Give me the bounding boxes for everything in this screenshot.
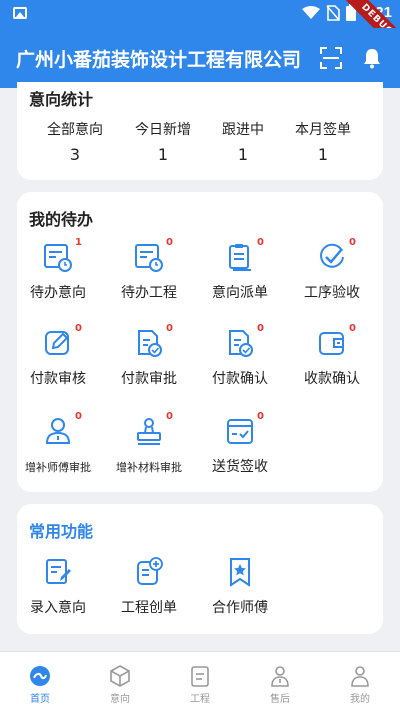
bookmark-star-icon — [224, 556, 256, 588]
app-bar: 广州小番茄装饰设计工程有限公司 — [0, 28, 400, 88]
todo-badge: 0 — [257, 411, 264, 422]
common-label: 合作师傅 — [212, 600, 268, 616]
stat-label: 本月签单 — [295, 122, 351, 138]
home-icon — [30, 666, 50, 686]
nav-intent[interactable]: 意向 — [80, 652, 160, 711]
no-sim-icon — [326, 4, 340, 21]
todo-badge: 0 — [166, 411, 173, 422]
clipboard-icon: 0 — [224, 237, 264, 273]
stat-value: 1 — [317, 145, 329, 164]
cube-icon — [110, 665, 130, 687]
todo-badge: 0 — [75, 411, 82, 422]
gallery-notification-icon — [13, 7, 27, 19]
stat-value: 1 — [237, 145, 249, 164]
nav-label: 我的 — [350, 694, 370, 705]
todo-label: 付款审核 — [30, 371, 86, 387]
common-title: 常用功能 — [29, 522, 94, 541]
profile-icon — [351, 666, 369, 687]
nav-label: 售后 — [270, 694, 290, 705]
wallet-icon: 0 — [316, 323, 356, 359]
nav-project[interactable]: 工程 — [160, 652, 240, 711]
todo-item-intent-dispatch[interactable]: 0 意向派单 — [195, 237, 285, 302]
stat-all-intents[interactable]: 全部意向 3 — [30, 119, 120, 164]
nav-aftersale[interactable]: 售后 — [240, 652, 320, 711]
todo-label: 待办工程 — [121, 285, 177, 301]
nav-mine[interactable]: 我的 — [320, 652, 400, 711]
todo-badge: 0 — [349, 323, 356, 334]
todo-badge: 0 — [257, 237, 264, 248]
todo-label: 送货签收 — [212, 459, 268, 475]
todo-badge: 0 — [257, 323, 264, 334]
todo-item-process-acceptance[interactable]: 0 工序验收 — [287, 237, 377, 302]
todo-item-receipt-confirm[interactable]: 0 收款确认 — [287, 323, 377, 388]
todo-item-payment-confirm[interactable]: 0 付款确认 — [195, 323, 285, 388]
stat-value: 3 — [69, 145, 81, 164]
nav-label: 意向 — [110, 694, 130, 705]
todo-label: 收款确认 — [304, 371, 360, 387]
stat-today-new[interactable]: 今日新增 1 — [118, 119, 208, 164]
common-label: 工程创单 — [121, 600, 177, 616]
todo-item-extra-material-approval[interactable]: 0 增补材料审批 — [104, 411, 194, 475]
todo-label: 增补材料审批 — [116, 461, 182, 474]
stamp-icon: 0 — [133, 411, 173, 447]
nav-home[interactable]: 首页 — [0, 652, 80, 711]
todo-badge: 1 — [75, 237, 82, 248]
page-title: 广州小番茄装饰设计工程有限公司 — [16, 49, 302, 71]
nav-label: 首页 — [30, 694, 50, 705]
todo-item-pending-intent[interactable]: 1 待办意向 — [13, 237, 103, 302]
todo-label: 意向派单 — [212, 285, 268, 301]
todo-badge: 0 — [166, 237, 173, 248]
calendar-list-icon: 0 — [133, 237, 173, 273]
bell-icon[interactable] — [362, 47, 382, 69]
todo-badge: 0 — [166, 323, 173, 334]
edit-icon: 0 — [42, 323, 82, 359]
common-item-enter-intent[interactable]: 录入意向 — [13, 556, 103, 617]
stats-card: 意向统计 全部意向 3 今日新增 1 跟进中 1 本月签单 1 — [17, 82, 383, 180]
delivery-check-icon: 0 — [224, 411, 264, 447]
todo-title: 我的待办 — [29, 210, 94, 229]
status-bar: 4:21 DEBUG — [0, 0, 400, 58]
stat-label: 今日新增 — [135, 122, 191, 138]
todo-label: 增补师傅审批 — [25, 461, 91, 474]
todo-label: 付款确认 — [212, 371, 268, 387]
common-functions-card: 常用功能 录入意向 工程创单 合作师傅 — [17, 504, 383, 634]
aftersale-icon — [271, 666, 289, 687]
bottom-nav: 首页 意向 工程 售后 我的 — [0, 651, 400, 711]
calendar-list-icon: 1 — [42, 237, 82, 273]
doc-add-icon — [133, 556, 165, 588]
stat-label: 跟进中 — [222, 122, 264, 138]
todo-label: 工序验收 — [304, 285, 360, 301]
todo-item-payment-approval[interactable]: 0 付款审批 — [104, 323, 194, 388]
todo-item-delivery-signoff[interactable]: 0 送货签收 — [195, 411, 285, 476]
scan-icon[interactable] — [319, 46, 343, 70]
stat-following[interactable]: 跟进中 1 — [198, 119, 288, 164]
common-item-partner-workers[interactable]: 合作师傅 — [195, 556, 285, 617]
stat-label: 全部意向 — [47, 122, 103, 138]
project-icon — [191, 666, 209, 687]
todo-item-extra-worker-approval[interactable]: 0 增补师傅审批 — [13, 411, 103, 475]
stat-value: 1 — [157, 145, 169, 164]
common-label: 录入意向 — [30, 600, 86, 616]
doc-check-icon: 0 — [224, 323, 264, 359]
common-item-create-project[interactable]: 工程创单 — [104, 556, 194, 617]
todo-label: 待办意向 — [30, 285, 86, 301]
todo-item-pending-project[interactable]: 0 待办工程 — [104, 237, 194, 302]
nav-label: 工程 — [190, 694, 210, 705]
todo-label: 付款审批 — [121, 371, 177, 387]
todo-item-payment-review[interactable]: 0 付款审核 — [13, 323, 103, 388]
todo-card: 我的待办 1 待办意向 0 待办工程 0 意向派单 0 工序验收 0 付款审核 … — [17, 192, 383, 492]
todo-badge: 0 — [75, 323, 82, 334]
stats-title: 意向统计 — [29, 90, 94, 109]
check-circle-icon: 0 — [316, 237, 356, 273]
todo-badge: 0 — [349, 237, 356, 248]
stat-month-signed[interactable]: 本月签单 1 — [278, 119, 368, 164]
wifi-icon — [301, 5, 320, 19]
person-icon: 0 — [42, 411, 82, 447]
doc-edit-icon — [42, 556, 74, 588]
doc-check-icon: 0 — [133, 323, 173, 359]
